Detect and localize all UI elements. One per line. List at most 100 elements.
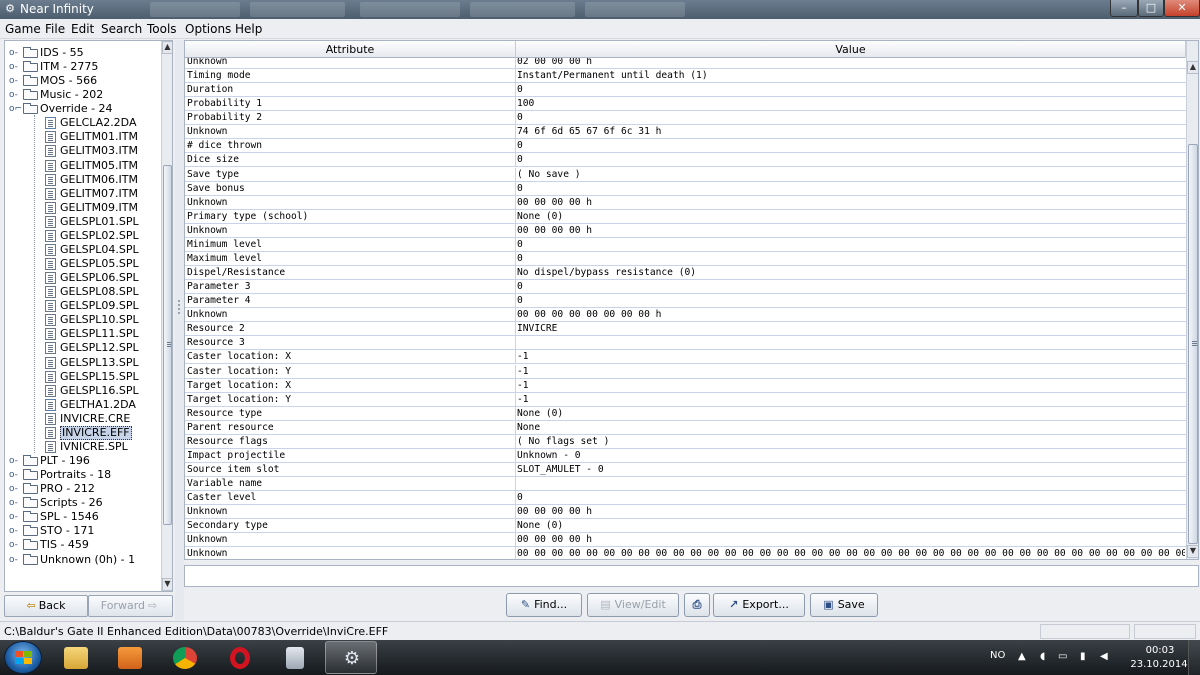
- tree-file[interactable]: GELCLA2.2DA: [5, 116, 160, 130]
- tree-folder[interactable]: o- Music - 202: [5, 88, 160, 102]
- flag-icon[interactable]: ◖: [1040, 651, 1045, 662]
- table-row[interactable]: Resource 3: [185, 336, 1186, 351]
- tree-scrollbar[interactable]: ▲ ▼: [161, 41, 172, 591]
- scroll-down-arrow[interactable]: ▼: [162, 578, 172, 591]
- tree-file[interactable]: GELITM05.ITM: [5, 159, 160, 173]
- table-row[interactable]: Timing mode Instant/Permanent until death…: [185, 69, 1186, 84]
- taskbar-explorer[interactable]: [50, 641, 102, 674]
- table-row[interactable]: Caster level 0: [185, 491, 1186, 506]
- tree-file[interactable]: GELITM03.ITM: [5, 144, 160, 158]
- table-row[interactable]: Unknown 00 00 00 00 h: [185, 505, 1186, 520]
- table-row[interactable]: Resource flags ( No flags set ): [185, 434, 1186, 449]
- tree-folder[interactable]: o- Portraits - 18: [5, 468, 160, 482]
- table-row[interactable]: Parameter 4 0: [185, 294, 1186, 309]
- tree-file[interactable]: GELTHA1.2DA: [5, 398, 160, 412]
- table-row[interactable]: Unknown 00 00 00 00 00 00 00 00 00 00 00 …: [185, 547, 1186, 559]
- tray-language[interactable]: NO: [990, 650, 1005, 661]
- tree-file[interactable]: GELITM01.ITM: [5, 130, 160, 144]
- find-button[interactable]: ✎ Find...: [506, 593, 582, 617]
- table-row[interactable]: Target location: Y -1: [185, 392, 1186, 407]
- scroll-up-arrow[interactable]: ▲: [162, 41, 172, 54]
- tree-folder[interactable]: o- ITM - 2775: [5, 60, 160, 74]
- scroll-thumb[interactable]: [1188, 144, 1198, 544]
- table-row[interactable]: Source item slot SLOT_AMULET - 0: [185, 463, 1186, 478]
- table-row[interactable]: Secondary type None (0): [185, 519, 1186, 534]
- tree-folder[interactable]: o- PLT - 196: [5, 454, 160, 468]
- tree-file[interactable]: GELSPL15.SPL: [5, 370, 160, 384]
- show-desktop-button[interactable]: [1188, 640, 1200, 675]
- table-row[interactable]: Save bonus 0: [185, 181, 1186, 196]
- menu-file[interactable]: File: [45, 22, 65, 36]
- column-header-attribute[interactable]: Attribute: [185, 41, 516, 58]
- tree-toggle-icon[interactable]: o-: [9, 553, 19, 567]
- taskbar-calculator[interactable]: [269, 641, 321, 674]
- start-button[interactable]: [4, 641, 42, 674]
- table-row[interactable]: Dispel/Resistance No dispel/bypass resist…: [185, 266, 1186, 281]
- minimize-button[interactable]: –: [1110, 0, 1138, 17]
- table-row[interactable]: Save type ( No save ): [185, 167, 1186, 182]
- table-row[interactable]: Duration 0: [185, 83, 1186, 98]
- table-row[interactable]: Dice size 0: [185, 153, 1186, 168]
- scroll-thumb[interactable]: [163, 165, 172, 525]
- tree-toggle-icon[interactable]: o-: [9, 46, 19, 60]
- tree-file[interactable]: INVICRE.CRE: [5, 412, 160, 426]
- taskbar-near-infinity[interactable]: ⚙: [325, 641, 377, 674]
- tree-file[interactable]: GELSPL05.SPL: [5, 257, 160, 271]
- tree-file[interactable]: GELITM09.ITM: [5, 201, 160, 215]
- table-row[interactable]: Probability 2 0: [185, 111, 1186, 126]
- tree-folder[interactable]: o- PRO - 212: [5, 482, 160, 496]
- tree-folder[interactable]: o- IDS - 55: [5, 46, 160, 60]
- menu-help[interactable]: Help: [235, 22, 262, 36]
- tree-file[interactable]: GELSPL10.SPL: [5, 313, 160, 327]
- menu-game[interactable]: Game: [5, 22, 41, 36]
- table-row[interactable]: Caster location: Y -1: [185, 364, 1186, 379]
- taskbar-opera[interactable]: [214, 641, 266, 674]
- resource-tree[interactable]: o- IDS - 55 o- ITM - 2775 o- MOS - 566 o- Music…: [4, 40, 173, 592]
- tray-expand-icon[interactable]: ▲: [1018, 651, 1026, 662]
- forward-button[interactable]: Forward ⇨: [88, 595, 173, 617]
- tree-file[interactable]: GELSPL16.SPL: [5, 384, 160, 398]
- tree-file[interactable]: GELSPL12.SPL: [5, 341, 160, 355]
- table-row[interactable]: # dice thrown 0: [185, 139, 1186, 154]
- menu-search[interactable]: Search: [101, 22, 142, 36]
- table-row[interactable]: Primary type (school) None (0): [185, 209, 1186, 224]
- table-row[interactable]: Unknown 02 00 00 00 h: [185, 58, 1186, 69]
- tree-file[interactable]: GELSPL09.SPL: [5, 299, 160, 313]
- tree-toggle-icon[interactable]: o-: [9, 468, 19, 482]
- tree-folder[interactable]: o- STO - 171: [5, 524, 160, 538]
- close-button[interactable]: ✕: [1164, 0, 1200, 17]
- column-header-value[interactable]: Value: [516, 41, 1186, 58]
- tree-file[interactable]: GELSPL06.SPL: [5, 271, 160, 285]
- table-row[interactable]: Target location: X -1: [185, 378, 1186, 393]
- table-row[interactable]: Parameter 3 0: [185, 280, 1186, 295]
- tree-file[interactable]: INVICRE.EFF: [5, 425, 160, 440]
- scroll-up-arrow[interactable]: ▲: [1187, 61, 1198, 74]
- tree-toggle-icon[interactable]: o-: [9, 454, 19, 468]
- table-row[interactable]: Probability 1 100: [185, 97, 1186, 112]
- tree-folder[interactable]: o- SPL - 1546: [5, 510, 160, 524]
- tree-folder[interactable]: o- MOS - 566: [5, 74, 160, 88]
- table-row[interactable]: Maximum level 0: [185, 251, 1186, 266]
- attribute-table[interactable]: Attribute Value Unknown 02 00 00 00 h Timi…: [184, 40, 1199, 560]
- tree-file[interactable]: GELITM07.ITM: [5, 187, 160, 201]
- taskbar-chrome[interactable]: [159, 641, 211, 674]
- table-row[interactable]: Resource 2 INVICRE: [185, 322, 1186, 337]
- tree-toggle-icon[interactable]: o-: [9, 482, 19, 496]
- tree-file[interactable]: GELSPL01.SPL: [5, 215, 160, 229]
- tree-toggle-icon[interactable]: o-: [9, 510, 19, 524]
- clock-date[interactable]: 23.10.2014: [1130, 659, 1188, 670]
- tree-folder[interactable]: o⌐ Override - 24: [5, 102, 160, 116]
- tree-toggle-icon[interactable]: o⌐: [9, 102, 22, 116]
- table-row[interactable]: Unknown 00 00 00 00 00 00 00 00 h: [185, 308, 1186, 323]
- scroll-down-arrow[interactable]: ▼: [1187, 545, 1198, 558]
- tree-file[interactable]: GELITM06.ITM: [5, 173, 160, 187]
- save-button[interactable]: ▣ Save: [810, 593, 878, 617]
- tree-file[interactable]: GELSPL13.SPL: [5, 356, 160, 370]
- tree-file[interactable]: GELSPL04.SPL: [5, 243, 160, 257]
- tree-toggle-icon[interactable]: o-: [9, 60, 19, 74]
- pane-splitter[interactable]: [175, 40, 184, 620]
- table-row[interactable]: Parent resource None: [185, 420, 1186, 435]
- view-edit-button[interactable]: ▤ View/Edit: [587, 593, 679, 617]
- menu-edit[interactable]: Edit: [71, 22, 94, 36]
- table-row[interactable]: Unknown 00 00 00 00 h: [185, 533, 1186, 548]
